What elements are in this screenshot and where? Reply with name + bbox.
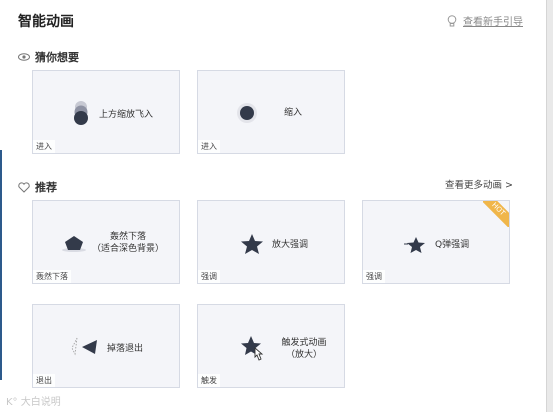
pentagon-burst-icon: [62, 236, 86, 252]
hot-badge-label: HOT: [483, 201, 509, 227]
card-tag: 强调: [198, 270, 220, 283]
panel-title: 智能动画: [18, 14, 74, 30]
guide-label: 查看新手引导: [463, 17, 523, 28]
card-tag: 轰然下落: [33, 270, 71, 283]
card-tag: 进入: [198, 140, 220, 153]
scrollbar[interactable]: [546, 0, 553, 412]
bouncy-star-icon: [404, 237, 425, 253]
animation-card-shrink-in[interactable]: 缩入 进入: [197, 70, 345, 154]
card-name: 缩入: [284, 108, 303, 118]
animation-card-zoom-emphasis[interactable]: 放大强调 强调: [197, 200, 345, 284]
card-name: 掉落退出: [107, 344, 144, 354]
eye-icon: [18, 53, 30, 61]
card-tag: 进入: [33, 140, 55, 153]
cursor-star-icon: [241, 336, 264, 361]
window-edge-left: [0, 150, 2, 380]
section-recommend: 推荐: [18, 179, 57, 195]
hot-badge: HOT: [483, 201, 509, 227]
animation-card-trigger-zoom[interactable]: 触发式动画 （放大） 触发: [197, 304, 345, 388]
card-name: 放大强调: [272, 240, 309, 250]
card-tag: 退出: [33, 374, 55, 387]
card-name: 触发式动画 （放大）: [281, 338, 327, 360]
shrink-circle-icon: [237, 103, 257, 123]
card-name: 轰然下落 （适合深色背景）: [91, 232, 164, 254]
more-animations-link[interactable]: 查看更多动画 >: [445, 177, 513, 191]
falling-triangle-icon: [71, 337, 97, 356]
card-tag: 触发: [198, 374, 220, 387]
card-tag: 强调: [363, 270, 385, 283]
stacked-dots-icon: [74, 101, 88, 125]
section-guess-label: 猜你想要: [35, 51, 79, 64]
animation-card-crash-down[interactable]: 轰然下落 （适合深色背景） 轰然下落: [32, 200, 180, 284]
animation-card-fall-exit[interactable]: 掉落退出 退出: [32, 304, 180, 388]
watermark: K° 大白说明: [6, 397, 61, 408]
heart-icon: [18, 181, 30, 193]
guide-link[interactable]: 查看新手引导: [447, 13, 523, 28]
star-icon: [241, 234, 263, 254]
animation-card-bouncy-emphasis[interactable]: Q弹强调 强调 HOT: [362, 200, 510, 284]
card-name: 上方缩放飞入: [99, 110, 154, 120]
animation-card-zoom-fly-in[interactable]: 上方缩放飞入 进入: [32, 70, 180, 154]
section-recommend-label: 推荐: [35, 181, 57, 194]
section-guess: 猜你想要: [18, 49, 79, 65]
lightbulb-icon: [447, 14, 457, 26]
card-name: Q弹强调: [435, 240, 470, 250]
